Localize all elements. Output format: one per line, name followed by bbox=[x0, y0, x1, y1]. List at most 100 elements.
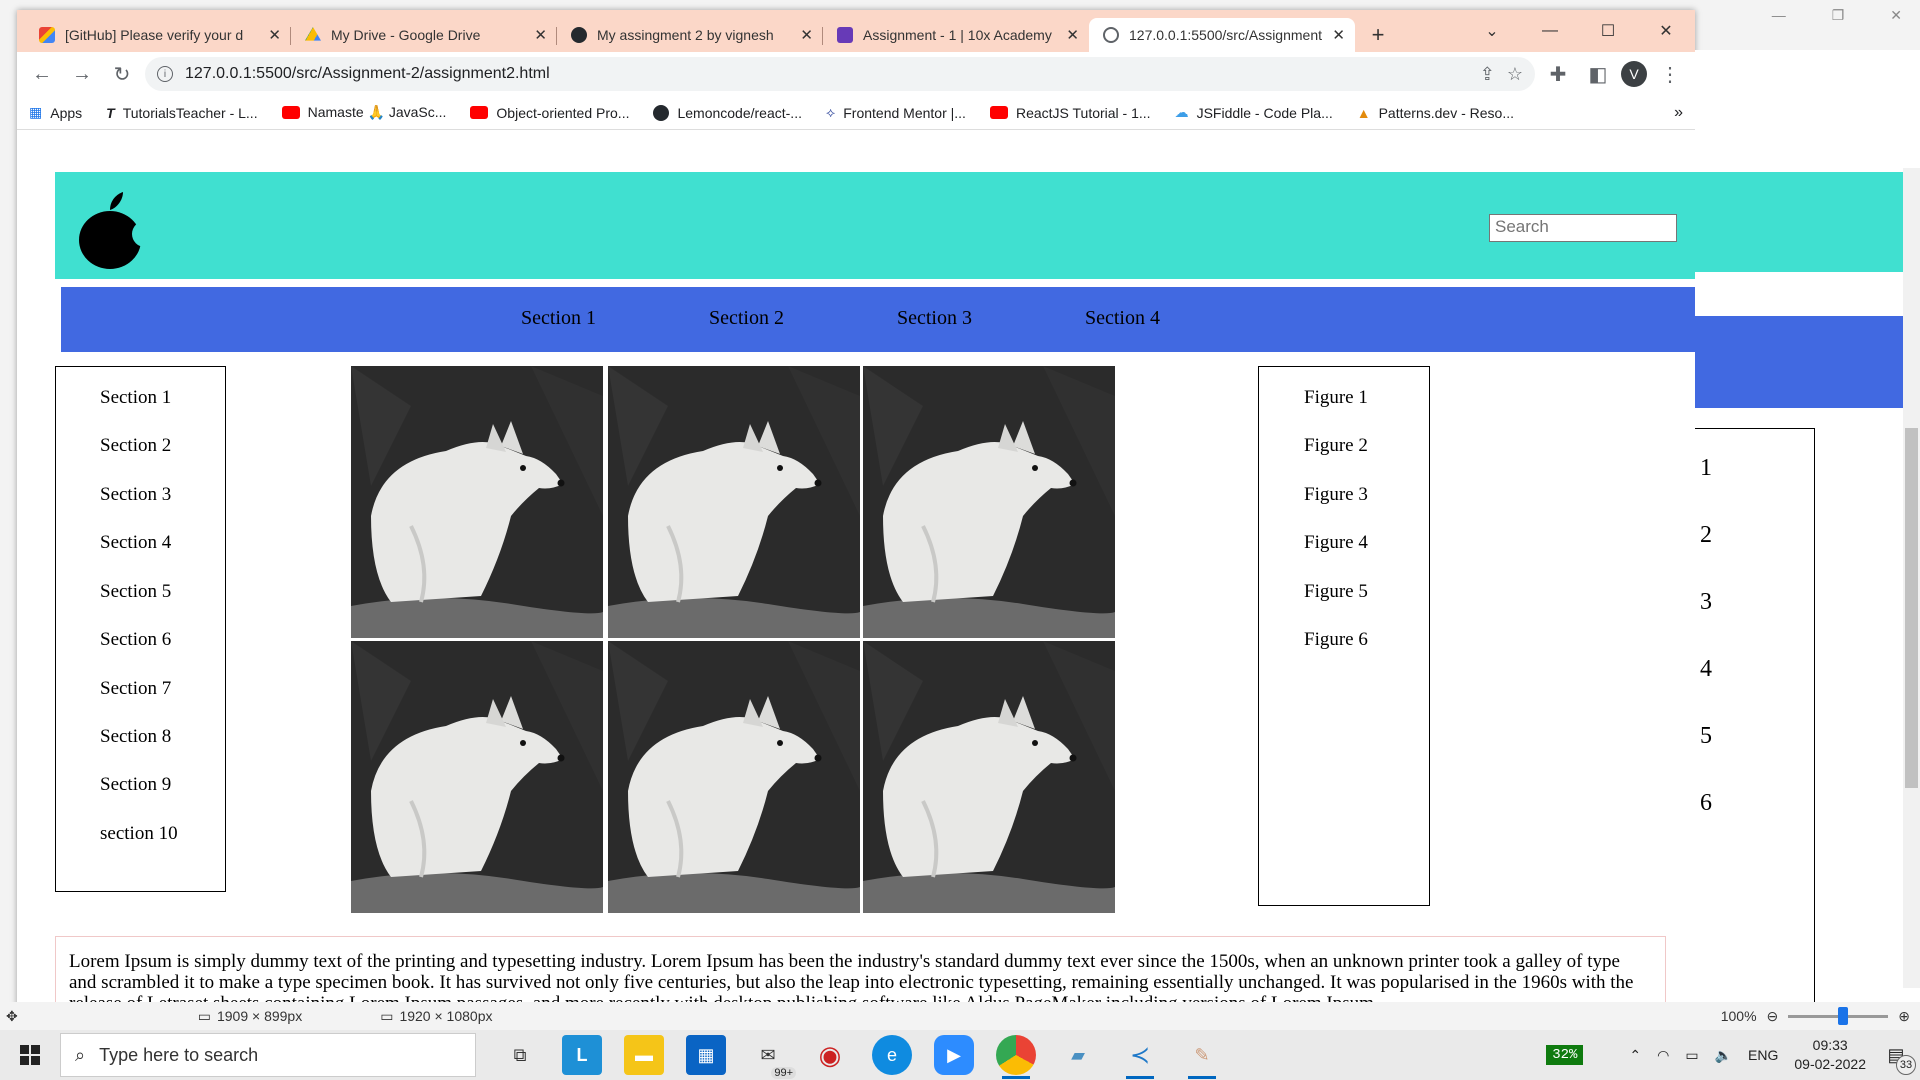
close-icon[interactable]: ✕ bbox=[800, 26, 813, 44]
app-l-icon[interactable]: L bbox=[562, 1035, 602, 1075]
language-indicator[interactable]: ENG bbox=[1748, 1047, 1778, 1063]
background-number: 6 bbox=[1700, 790, 1712, 816]
sidebar-item-section-9[interactable]: Section 9 bbox=[100, 774, 171, 796]
figure-item-2[interactable]: Figure 2 bbox=[1304, 435, 1368, 457]
store-icon[interactable]: ▦ bbox=[686, 1035, 726, 1075]
menu-kebab-icon[interactable]: ⋮ bbox=[1653, 57, 1687, 91]
zoom-out-icon[interactable]: ⊖ bbox=[1767, 1008, 1779, 1025]
profile-avatar[interactable]: V bbox=[1621, 61, 1647, 87]
sidebar-item-section-4[interactable]: Section 4 bbox=[100, 532, 171, 554]
close-window-icon[interactable]: ✕ bbox=[1637, 21, 1695, 41]
paint-icon[interactable]: ✎ bbox=[1182, 1035, 1222, 1079]
volume-icon[interactable]: 🔈 bbox=[1715, 1047, 1732, 1064]
sidebar-item-section-6[interactable]: Section 6 bbox=[100, 629, 171, 651]
wifi-icon[interactable]: ◠ bbox=[1657, 1047, 1669, 1064]
minimize-icon[interactable]: — bbox=[1521, 22, 1579, 40]
edge-icon[interactable]: e bbox=[872, 1035, 912, 1075]
notification-center-icon[interactable]: ▤ 33 bbox=[1882, 1041, 1916, 1075]
tab-github[interactable]: My assingment 2 by vignesh ✕ bbox=[557, 18, 823, 52]
sidebar-item-section-10[interactable]: section 10 bbox=[100, 823, 178, 845]
viewer-minimize-icon[interactable]: — bbox=[1772, 7, 1786, 23]
zoom-in-icon[interactable]: ⊕ bbox=[1898, 1008, 1910, 1025]
address-bar[interactable]: i 127.0.0.1:5500/src/Assignment-2/assign… bbox=[145, 57, 1535, 91]
extensions-icon[interactable]: ✚ bbox=[1541, 57, 1575, 91]
section-nav: Section 1 Section 2 Section 3 Section 4 bbox=[61, 287, 1695, 352]
close-icon[interactable]: ✕ bbox=[1066, 26, 1079, 44]
sidebar-item-section-8[interactable]: Section 8 bbox=[100, 726, 171, 748]
close-icon[interactable]: ✕ bbox=[534, 26, 547, 44]
frontendmentor-icon: ⟡ bbox=[825, 104, 836, 120]
nav-section-3[interactable]: Section 3 bbox=[897, 307, 972, 330]
nav-section-2[interactable]: Section 2 bbox=[709, 307, 784, 330]
zoom-slider-knob[interactable] bbox=[1838, 1006, 1849, 1025]
github-icon bbox=[571, 27, 587, 43]
bookmark-apps[interactable]: ▦ Apps bbox=[29, 104, 82, 121]
scrollbar-thumb[interactable] bbox=[1905, 428, 1918, 788]
close-icon[interactable]: ✕ bbox=[1332, 26, 1345, 44]
nav-section-4[interactable]: Section 4 bbox=[1085, 307, 1160, 330]
mail-icon[interactable]: ✉ 99+ bbox=[748, 1035, 796, 1079]
viewer-close-icon[interactable]: ✕ bbox=[1890, 7, 1902, 24]
figure-item-1[interactable]: Figure 1 bbox=[1304, 387, 1368, 409]
move-icon[interactable]: ✥ bbox=[6, 1008, 18, 1025]
start-button[interactable] bbox=[0, 1030, 60, 1080]
close-icon[interactable]: ✕ bbox=[268, 26, 281, 44]
new-tab-button[interactable]: + bbox=[1361, 18, 1395, 52]
nav-section-1[interactable]: Section 1 bbox=[521, 307, 596, 330]
bookmarks-overflow[interactable]: » bbox=[1674, 104, 1683, 122]
forward-button[interactable]: → bbox=[65, 57, 99, 91]
bookmark-frontend-mentor[interactable]: ⟡ Frontend Mentor |... bbox=[826, 104, 966, 121]
frame-icon: ▭ bbox=[380, 1007, 394, 1024]
figure-item-6[interactable]: Figure 6 bbox=[1304, 629, 1368, 651]
viewer-restore-icon[interactable]: ❐ bbox=[1832, 7, 1845, 24]
zoom-icon[interactable]: ▶ bbox=[934, 1035, 974, 1075]
bookmark-reactjs[interactable]: ReactJS Tutorial - 1... bbox=[989, 105, 1151, 121]
figure-item-4[interactable]: Figure 4 bbox=[1304, 532, 1368, 554]
site-info-icon[interactable]: i bbox=[157, 66, 173, 82]
file-explorer-icon[interactable]: ▬ bbox=[624, 1035, 664, 1075]
tab-localhost[interactable]: 127.0.0.1:5500/src/Assignment ✕ bbox=[1089, 18, 1355, 52]
bookmark-label: TutorialsTeacher - L... bbox=[122, 104, 258, 121]
chrome-icon[interactable] bbox=[996, 1035, 1036, 1079]
back-button[interactable]: ← bbox=[25, 57, 59, 91]
sidebar-item-section-5[interactable]: Section 5 bbox=[100, 581, 171, 603]
image-dimensions: 1920 × 1080px bbox=[399, 1008, 493, 1024]
sidebar-item-section-3[interactable]: Section 3 bbox=[100, 484, 171, 506]
viewer-window-controls: — ❐ ✕ bbox=[1660, 0, 1920, 30]
notes-icon[interactable]: ▰ bbox=[1058, 1035, 1098, 1075]
search-input[interactable]: Search bbox=[1489, 214, 1677, 242]
tab-google-drive[interactable]: My Drive - Google Drive ✕ bbox=[291, 18, 557, 52]
tab-gmail[interactable]: [GitHub] Please verify your d ✕ bbox=[25, 18, 291, 52]
bookmark-label: JSFiddle - Code Pla... bbox=[1196, 104, 1333, 121]
recorder-icon[interactable]: ◉ bbox=[810, 1035, 850, 1075]
figure-item-3[interactable]: Figure 3 bbox=[1304, 484, 1368, 506]
bookmark-tutorialsteacher[interactable]: T TutorialsTeacher - L... bbox=[106, 105, 257, 121]
maximize-icon[interactable]: ☐ bbox=[1579, 21, 1637, 41]
bookmark-oop[interactable]: Object-oriented Pro... bbox=[470, 105, 629, 121]
bookmark-namaste-js[interactable]: Namaste 🙏 JavaSc... bbox=[281, 104, 446, 121]
battery-icon[interactable]: ▭ bbox=[1685, 1047, 1698, 1064]
background-scrollbar[interactable] bbox=[1903, 168, 1920, 988]
vscode-icon[interactable]: ≺ bbox=[1120, 1035, 1160, 1079]
bookmark-jsfiddle[interactable]: ☁ JSFiddle - Code Pla... bbox=[1175, 104, 1333, 121]
tab-assignment[interactable]: Assignment - 1 | 10x Academy ✕ bbox=[823, 18, 1089, 52]
sidebar-item-section-1[interactable]: Section 1 bbox=[100, 387, 171, 409]
side-panel-icon[interactable]: ◧ bbox=[1581, 57, 1615, 91]
address-url[interactable]: 127.0.0.1:5500/src/Assignment-2/assignme… bbox=[185, 65, 1468, 83]
tray-chevron-icon[interactable]: ⌃ bbox=[1629, 1047, 1641, 1064]
sidebar-item-section-7[interactable]: Section 7 bbox=[100, 678, 171, 700]
zoom-slider[interactable] bbox=[1788, 1006, 1889, 1025]
bookmark-star-icon[interactable]: ☆ bbox=[1507, 64, 1523, 85]
bookmark-patterns[interactable]: ▲ Patterns.dev - Reso... bbox=[1357, 105, 1514, 121]
taskbar-search[interactable]: ⌕ Type here to search bbox=[60, 1033, 476, 1077]
bookmark-lemoncode[interactable]: Lemoncode/react-... bbox=[653, 104, 802, 121]
sidebar-item-section-2[interactable]: Section 2 bbox=[100, 435, 171, 457]
globe-icon bbox=[1103, 27, 1119, 43]
tab-search-icon[interactable]: ⌄ bbox=[1463, 21, 1521, 41]
share-icon[interactable]: ⇪ bbox=[1480, 64, 1495, 85]
reload-button[interactable]: ↻ bbox=[105, 57, 139, 91]
battery-indicator[interactable]: 32% bbox=[1546, 1045, 1584, 1065]
figure-item-5[interactable]: Figure 5 bbox=[1304, 581, 1368, 603]
clock[interactable]: 09:33 09-02-2022 bbox=[1794, 1036, 1866, 1074]
task-view-icon[interactable]: ⧉ bbox=[500, 1035, 540, 1075]
